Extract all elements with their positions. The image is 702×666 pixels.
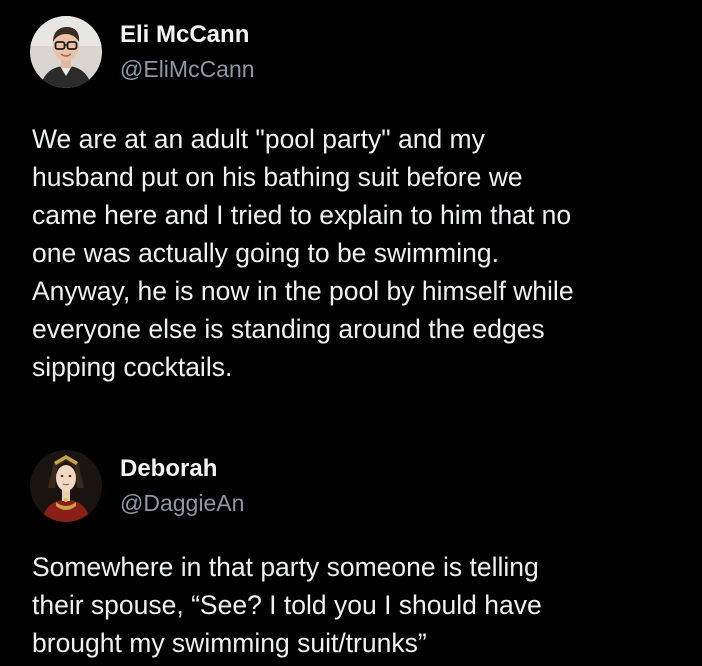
tweet-text-line: came here and I tried to explain to him … xyxy=(32,200,572,230)
tweet-header: Eli McCann @EliMcCann xyxy=(30,16,255,88)
tweet-text-line: one was actually going to be swimming. xyxy=(32,238,499,268)
display-name[interactable]: Eli McCann xyxy=(120,20,255,50)
tweet-text: We are at an adult "pool party" and my h… xyxy=(32,120,682,386)
tweet-text-line: their spouse, “See? I told you I should … xyxy=(32,590,542,620)
tweet-text-line: brought my swimming suit/trunks” xyxy=(32,628,427,658)
author-names: Deborah @DaggieAn xyxy=(120,454,244,518)
tweet-text-line: sipping cocktails. xyxy=(32,352,233,382)
avatar[interactable] xyxy=(30,16,102,88)
tweet-text-line: We are at an adult "pool party" and my xyxy=(32,124,485,154)
tweet-text-line: Anyway, he is now in the pool by himself… xyxy=(32,276,574,306)
tweet-header: Deborah @DaggieAn xyxy=(30,450,244,522)
profile-photo-icon xyxy=(30,450,102,522)
display-name[interactable]: Deborah xyxy=(120,454,244,484)
profile-photo-icon xyxy=(30,16,102,88)
tweet-text: Somewhere in that party someone is telli… xyxy=(32,548,682,662)
tweet-text-line: Somewhere in that party someone is telli… xyxy=(32,552,539,582)
tweet-text-line: husband put on his bathing suit before w… xyxy=(32,162,523,192)
author-names: Eli McCann @EliMcCann xyxy=(120,20,255,84)
tweet-text-line: everyone else is standing around the edg… xyxy=(32,314,545,344)
avatar[interactable] xyxy=(30,450,102,522)
user-handle[interactable]: @EliMcCann xyxy=(120,54,255,84)
user-handle[interactable]: @DaggieAn xyxy=(120,488,244,518)
